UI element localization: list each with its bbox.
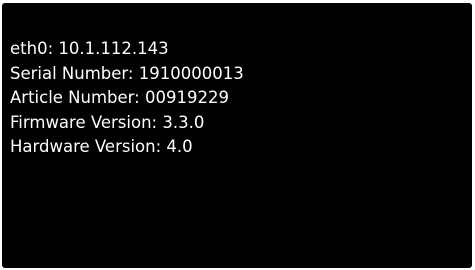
hardware-version-line: Hardware Version: 4.0	[10, 137, 193, 156]
device-frame: eth0: 10.1.112.143 Serial Number: 191000…	[0, 0, 475, 270]
firmware-version-line: Firmware Version: 3.3.0	[10, 112, 205, 132]
device-info-screen: eth0: 10.1.112.143 Serial Number: 191000…	[2, 3, 472, 268]
network-address-line: eth0: 10.1.112.143	[10, 39, 169, 58]
device-info-list: eth0: 10.1.112.143 Serial Number: 191000…	[10, 37, 244, 160]
article-number-line: Article Number: 00919229	[10, 88, 229, 107]
serial-number-line: Serial Number: 1910000013	[10, 63, 244, 83]
